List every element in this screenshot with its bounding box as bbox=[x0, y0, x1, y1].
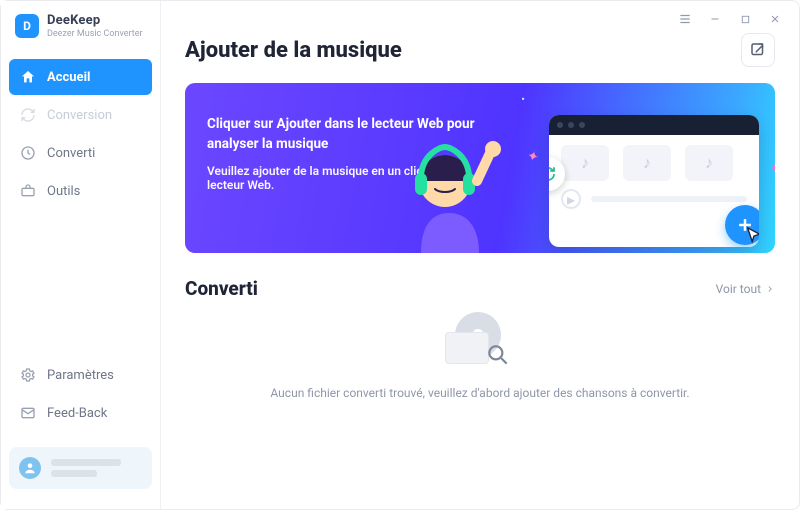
sidebar: D DeeKeep Deezer Music Converter Accueil… bbox=[1, 1, 161, 509]
music-note-icon: ♪ bbox=[623, 145, 671, 181]
magnifier-icon bbox=[485, 342, 511, 372]
maximize-button[interactable] bbox=[737, 11, 753, 27]
sidebar-item-label: Feed-Back bbox=[47, 406, 107, 421]
brand-text: DeeKeep Deezer Music Converter bbox=[47, 13, 143, 39]
sidebar-item-label: Conversion bbox=[47, 108, 112, 123]
converted-empty-state: Aucun fichier converti trouvé, veuillez … bbox=[185, 312, 775, 416]
add-music-header: Ajouter de la musique bbox=[185, 33, 775, 67]
mail-icon bbox=[19, 404, 37, 422]
sparkle-icon: ✦ bbox=[769, 161, 775, 177]
account-card[interactable] bbox=[9, 447, 152, 489]
play-icon: ▸ bbox=[561, 189, 581, 209]
clock-icon bbox=[19, 144, 37, 162]
sidebar-item-home[interactable]: Accueil bbox=[9, 59, 152, 95]
brand-logo-icon: D bbox=[15, 14, 39, 38]
music-note-icon: ♪ bbox=[561, 145, 609, 181]
empty-message: Aucun fichier converti trouvé, veuillez … bbox=[270, 386, 689, 400]
brand-subtitle: Deezer Music Converter bbox=[47, 29, 143, 39]
sidebar-item-label: Accueil bbox=[47, 70, 90, 85]
refresh-icon bbox=[19, 106, 37, 124]
sidebar-item-label: Converti bbox=[47, 146, 95, 161]
minimize-button[interactable] bbox=[707, 11, 723, 27]
banner-illustration: ♪ ♪ ♪ ▸ bbox=[465, 93, 765, 253]
chevron-right-icon bbox=[765, 284, 775, 294]
sidebar-item-tools[interactable]: Outils bbox=[9, 173, 152, 209]
browser-window-illustration: ♪ ♪ ♪ ▸ bbox=[549, 115, 759, 247]
music-note-icon: ♪ bbox=[685, 145, 733, 181]
empty-illustration bbox=[445, 312, 515, 372]
brand: D DeeKeep Deezer Music Converter bbox=[1, 13, 160, 55]
converted-title: Converti bbox=[185, 277, 258, 300]
gear-icon bbox=[19, 366, 37, 384]
sidebar-item-converted[interactable]: Converti bbox=[9, 135, 152, 171]
sidebar-item-conversion[interactable]: Conversion bbox=[9, 97, 152, 133]
window-controls bbox=[677, 11, 783, 27]
add-music-title: Ajouter de la musique bbox=[185, 38, 402, 63]
cursor-icon bbox=[743, 225, 759, 247]
person-headphones-icon bbox=[385, 123, 505, 253]
account-text bbox=[51, 459, 121, 477]
avatar-icon bbox=[19, 457, 41, 479]
converted-header: Converti Voir tout bbox=[185, 277, 775, 300]
sidebar-bottom: Paramètres Feed-Back bbox=[1, 353, 160, 439]
open-player-button[interactable] bbox=[741, 33, 775, 67]
hamburger-menu-button[interactable] bbox=[677, 11, 693, 27]
add-music-banner: Cliquer sur Ajouter dans le lecteur Web … bbox=[185, 83, 775, 253]
app-window: D DeeKeep Deezer Music Converter Accueil… bbox=[0, 0, 800, 510]
sidebar-item-feedback[interactable]: Feed-Back bbox=[9, 395, 152, 431]
external-window-icon bbox=[749, 41, 767, 59]
see-all-label: Voir tout bbox=[716, 282, 761, 296]
sidebar-item-settings[interactable]: Paramètres bbox=[9, 357, 152, 393]
brand-name: DeeKeep bbox=[47, 13, 143, 28]
sidebar-item-label: Paramètres bbox=[47, 368, 114, 383]
home-icon bbox=[19, 68, 37, 86]
toolbox-icon bbox=[19, 182, 37, 200]
account-email-blurred bbox=[51, 470, 97, 477]
see-all-link[interactable]: Voir tout bbox=[716, 282, 775, 296]
file-icon bbox=[445, 332, 489, 364]
close-button[interactable] bbox=[767, 11, 783, 27]
sidebar-item-label: Outils bbox=[47, 184, 80, 199]
account-name-blurred bbox=[51, 459, 121, 466]
main: Ajouter de la musique Cliquer sur Ajoute… bbox=[161, 1, 799, 509]
sidebar-nav: Accueil Conversion Converti Outils bbox=[1, 55, 160, 213]
